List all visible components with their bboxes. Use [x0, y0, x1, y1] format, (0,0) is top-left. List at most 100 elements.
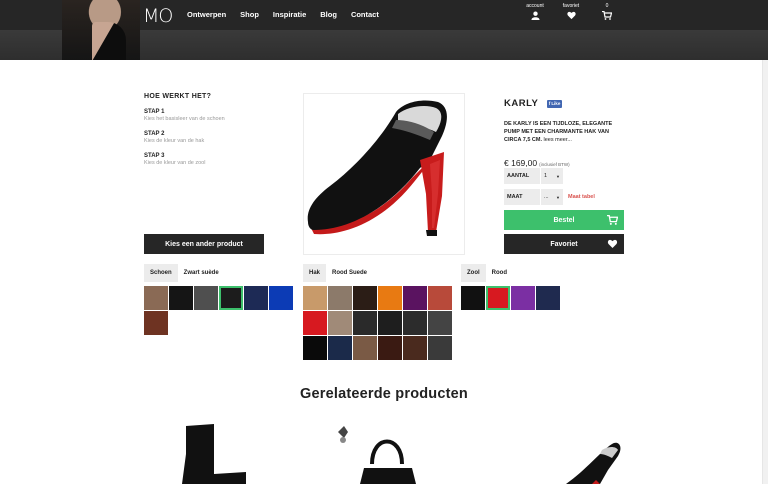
heel-swatch[interactable] [303, 286, 327, 310]
account-link[interactable]: account [524, 3, 546, 20]
header-icons: account favoriet 0 [524, 3, 618, 20]
shoe-swatch[interactable] [244, 286, 268, 310]
heel-swatch[interactable] [303, 336, 327, 360]
shoe-swatches [144, 286, 293, 335]
related-product-bag-image[interactable] [332, 424, 422, 484]
price-vat-note: (inclusief BTW) [539, 162, 570, 167]
pump-shoe-image [307, 100, 447, 236]
quantity-option: AANTAL 1 ▼ [504, 168, 563, 184]
cart-count: 0 [605, 3, 609, 9]
favorite-button[interactable]: Favoriet [504, 234, 624, 254]
nav-shop[interactable]: Shop [240, 10, 259, 19]
chevron-down-icon: ▼ [556, 194, 560, 200]
nav-blog[interactable]: Blog [320, 10, 337, 19]
size-chart-link[interactable]: Maat tabel [568, 194, 595, 200]
choose-other-product-button[interactable]: Kies een ander product [144, 234, 264, 254]
size-value: ... [544, 194, 549, 200]
account-label: account [526, 3, 544, 9]
heel-swatch[interactable] [403, 336, 427, 360]
site-logo[interactable]: MO [143, 5, 173, 27]
product-title: KARLY [504, 98, 539, 109]
quantity-label: AANTAL [504, 168, 540, 184]
cart-link[interactable]: 0 [596, 3, 618, 20]
heel-swatch[interactable] [353, 311, 377, 335]
heel-swatch[interactable] [378, 336, 402, 360]
shoe-swatch[interactable] [269, 286, 293, 310]
nav-ontwerpen[interactable]: Ontwerpen [187, 10, 226, 19]
cart-icon [602, 11, 612, 20]
shoe-leather-group: Schoen Zwart suède [144, 264, 293, 335]
sole-color-header: Zool Rood [461, 264, 560, 282]
step-2: STAP 2 Kies de kleur van de hak [144, 131, 274, 144]
order-button[interactable]: Bestel [504, 210, 624, 230]
heel-swatch[interactable] [428, 336, 452, 360]
user-icon [530, 11, 540, 20]
sole-swatches [461, 286, 560, 310]
heel-swatches [303, 286, 452, 360]
heel-swatch[interactable] [328, 286, 352, 310]
nav-contact[interactable]: Contact [351, 10, 379, 19]
heel-swatch[interactable] [378, 311, 402, 335]
shoe-swatch[interactable] [144, 286, 168, 310]
step-title: STAP 1 [144, 109, 165, 115]
sole-swatch[interactable] [536, 286, 560, 310]
product-info: KARLY f Like DE KARLY IS EEN TIJDLOZE, E… [504, 93, 624, 168]
shoe-swatch[interactable] [169, 286, 193, 310]
heel-tag: Hak [303, 264, 327, 282]
size-select[interactable]: ... ▼ [541, 189, 563, 205]
shoe-swatch[interactable] [144, 311, 168, 335]
heel-color-header: Hak Rood Suede [303, 264, 452, 282]
sole-swatch[interactable] [461, 286, 485, 310]
step-title: STAP 2 [144, 131, 165, 137]
favorites-label: favoriet [562, 3, 580, 9]
favorite-label: Favoriet [550, 240, 578, 248]
step-title: STAP 3 [144, 153, 165, 159]
related-product-boot-image[interactable] [180, 424, 250, 484]
step-desc: Kies de kleur van de hak [144, 138, 205, 144]
heel-swatch[interactable] [428, 286, 452, 310]
nav-inspiratie[interactable]: Inspiratie [273, 10, 306, 19]
product-description: DE KARLY IS EEN TIJDLOZE, ELEGANTE PUMP … [504, 120, 624, 144]
step-desc: Kies het basisleer van de schoen [144, 116, 225, 122]
product-price: € 169,00 (inclusief BTW) [504, 158, 624, 168]
product-image [303, 93, 465, 255]
sole-swatch[interactable] [486, 286, 510, 310]
sole-selected-value: Rood [491, 270, 507, 276]
heart-icon [607, 239, 618, 248]
step-3: STAP 3 Kies de kleur van de zool [144, 153, 274, 166]
shoe-selected-value: Zwart suède [183, 270, 219, 276]
page-scrollbar[interactable] [762, 60, 768, 484]
heel-selected-value: Rood Suede [332, 270, 368, 276]
how-title: HOE WERKT HET? [144, 93, 212, 100]
heel-color-group: Hak Rood Suede [303, 264, 452, 360]
cart-icon [607, 215, 618, 225]
heel-swatch[interactable] [403, 311, 427, 335]
shoe-swatch[interactable] [219, 286, 243, 310]
heel-swatch[interactable] [378, 286, 402, 310]
heart-icon [566, 11, 576, 20]
main-nav: Ontwerpen Shop Inspiratie Blog Contact [187, 10, 379, 19]
heel-swatch[interactable] [328, 311, 352, 335]
sole-tag: Zool [461, 264, 486, 282]
order-label: Bestel [553, 216, 575, 224]
facebook-icon: f [548, 101, 551, 106]
facebook-like-button[interactable]: f Like [546, 99, 563, 108]
favorites-link[interactable]: favoriet [560, 3, 582, 20]
shoe-swatch[interactable] [194, 286, 218, 310]
how-it-works: HOE WERKT HET? STAP 1 Kies het basisleer… [144, 93, 274, 175]
related-product-pump-image[interactable] [556, 440, 626, 484]
quantity-select[interactable]: 1 ▼ [541, 168, 563, 184]
shoe-leather-header: Schoen Zwart suède [144, 264, 293, 282]
read-more-link[interactable]: lees meer... [544, 137, 572, 143]
quantity-value: 1 [544, 173, 548, 179]
heel-swatch[interactable] [353, 286, 377, 310]
heel-swatch[interactable] [428, 311, 452, 335]
sole-swatch[interactable] [511, 286, 535, 310]
heel-swatch[interactable] [353, 336, 377, 360]
heel-swatch[interactable] [403, 286, 427, 310]
chevron-down-icon: ▼ [556, 173, 560, 179]
shoe-tag: Schoen [144, 264, 178, 282]
heel-swatch[interactable] [328, 336, 352, 360]
facebook-like-label: Like [551, 101, 561, 106]
heel-swatch[interactable] [303, 311, 327, 335]
